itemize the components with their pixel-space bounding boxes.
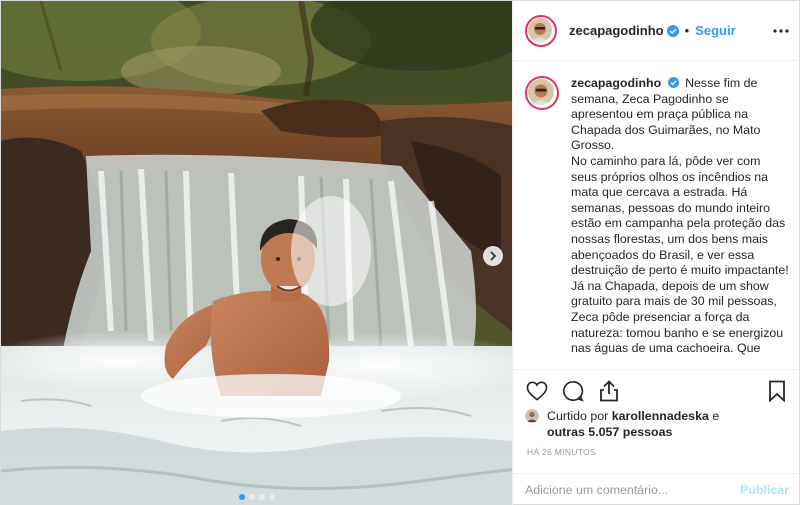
more-options-icon[interactable] (773, 28, 789, 33)
carousel-dot (258, 494, 265, 500)
caption-paragraph: No caminho para lá, pôde ver com seus pr… (571, 153, 789, 278)
likes-count-link[interactable]: outras 5.057 pessoas (547, 425, 672, 439)
post-photo[interactable] (1, 1, 512, 505)
liker-username[interactable]: karollennadeska (612, 409, 709, 423)
post-header: zecapagodinho • Seguir (513, 1, 800, 61)
comments-area[interactable]: zecapagodinho Nesse fim de semana, Zeca … (513, 62, 800, 369)
liker-avatar[interactable] (525, 409, 539, 423)
likes-prefix: Curtido por (547, 409, 609, 423)
caption-username[interactable]: zecapagodinho (571, 76, 661, 90)
carousel-next-button[interactable] (483, 246, 503, 266)
publish-button[interactable]: Publicar (740, 483, 789, 497)
likes-connector: e (712, 409, 720, 423)
carousel-indicator (1, 494, 512, 500)
separator-dot: • (684, 23, 690, 38)
heart-icon[interactable] (525, 379, 549, 403)
action-bar (513, 369, 800, 411)
carousel-dot (268, 494, 275, 500)
carousel-dot (248, 494, 255, 500)
verified-badge-icon (667, 77, 679, 88)
comment-input[interactable] (525, 483, 741, 497)
waterfall-photo (1, 1, 512, 505)
verified-badge-icon (666, 24, 679, 37)
username-link[interactable]: zecapagodinho (569, 23, 664, 38)
likes-summary: Curtido por karollennadeska e outras 5.0… (525, 408, 795, 440)
profile-picture (528, 17, 552, 42)
avatar[interactable] (525, 14, 557, 47)
caption-paragraph: zecapagodinho Nesse fim de semana, Zeca … (571, 76, 789, 154)
chevron-right-icon (490, 251, 497, 261)
comment-icon[interactable] (561, 379, 585, 403)
bookmark-icon[interactable] (765, 379, 789, 403)
caption-paragraph: Já na Chapada, depois de um show gratuit… (571, 278, 784, 356)
carousel-dot (238, 494, 245, 500)
follow-button[interactable]: Seguir (695, 23, 735, 38)
instagram-post: zecapagodinho • Seguir zecapagodinho Nes… (0, 0, 800, 505)
profile-picture (528, 79, 554, 105)
post-side-panel: zecapagodinho • Seguir zecapagodinho Nes… (512, 1, 800, 505)
share-icon[interactable] (597, 379, 621, 403)
post-caption: zecapagodinho Nesse fim de semana, Zeca … (571, 76, 789, 369)
post-timestamp[interactable]: HÁ 26 MINUTOS (527, 447, 596, 457)
likes-text: Curtido por karollennadeska e outras 5.0… (547, 408, 719, 440)
add-comment-bar: Publicar (513, 473, 800, 505)
avatar[interactable] (525, 76, 559, 110)
